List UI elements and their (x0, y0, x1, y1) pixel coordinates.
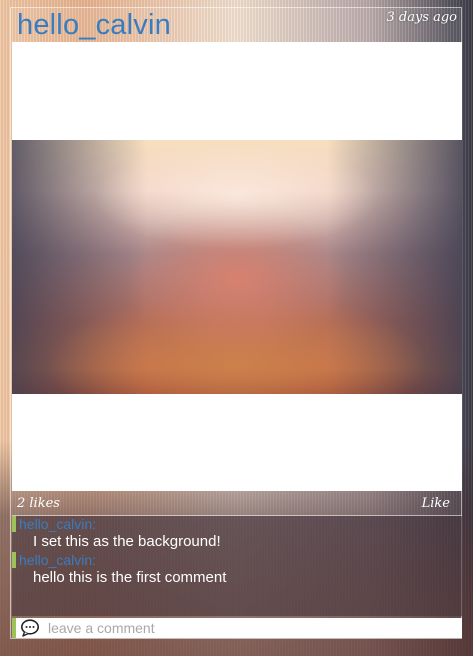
comment-item: hello_calvin: I set this as the backgrou… (12, 516, 462, 552)
post-image-frame (12, 42, 462, 491)
comment-box (12, 618, 462, 638)
post-card: hello_calvin 3 days ago 2 likes Like hel… (10, 7, 462, 639)
comment-author[interactable]: hello_calvin: (19, 516, 462, 532)
comment-accent-bar (12, 516, 16, 532)
like-button[interactable]: Like (422, 496, 450, 511)
comment-text: hello this is the first comment (33, 569, 227, 586)
comment-text: I set this as the background! (33, 533, 221, 550)
post-header: hello_calvin 3 days ago (11, 8, 461, 42)
post-timestamp: 3 days ago (386, 10, 457, 25)
likes-bar: 2 likes Like (12, 492, 462, 516)
comment-accent-bar (12, 552, 16, 568)
comment-input[interactable] (48, 618, 448, 638)
post-image[interactable] (12, 140, 462, 394)
post-username[interactable]: hello_calvin (17, 9, 171, 42)
comments-list: hello_calvin: I set this as the backgrou… (12, 516, 462, 616)
chat-bubble-icon (21, 619, 39, 637)
comment-item: hello_calvin: hello this is the first co… (12, 552, 462, 588)
likes-count: 2 likes (17, 496, 60, 511)
comment-author[interactable]: hello_calvin: (19, 552, 462, 568)
